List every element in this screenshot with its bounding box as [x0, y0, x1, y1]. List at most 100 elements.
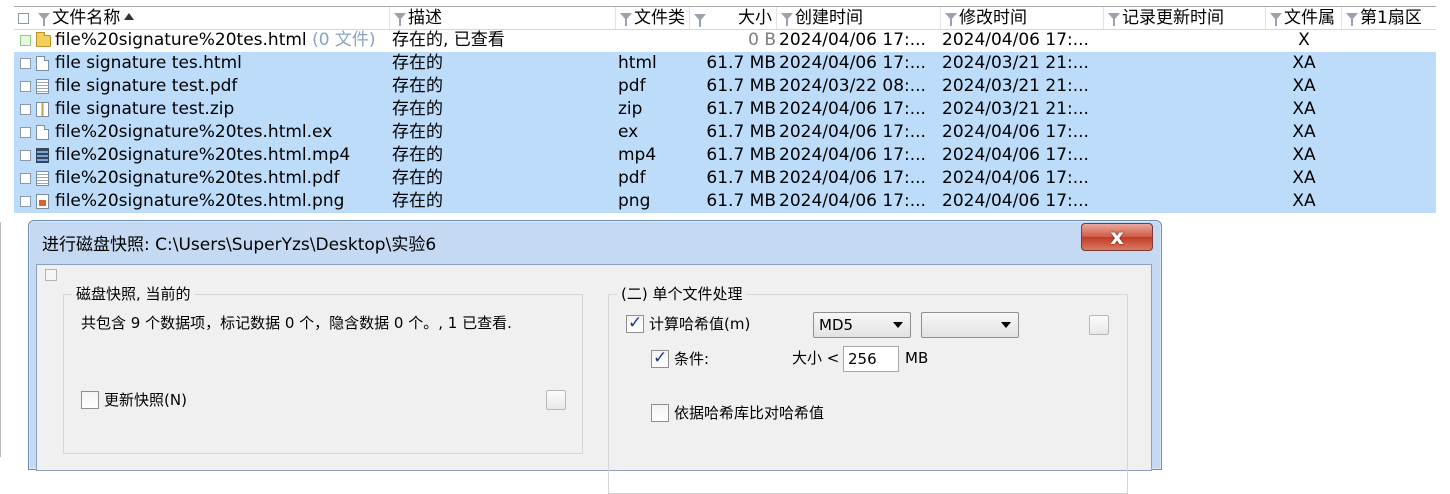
snapshot-summary: 共包含 9 个数据项，标记数据 0 个，隐含数据 0 个。, 1 已查看. — [81, 314, 512, 332]
select-all-checkbox[interactable] — [18, 13, 29, 24]
column-header-desc[interactable]: 描述 — [390, 7, 616, 29]
file-type-cell: pdf — [618, 76, 646, 96]
hash-algorithm-select[interactable]: MD5 — [813, 312, 911, 338]
image-file-icon — [36, 194, 49, 209]
filter-icon[interactable] — [694, 14, 706, 27]
row-checkbox[interactable] — [20, 104, 31, 115]
file-size-cell: 61.7 MB — [706, 145, 776, 165]
generic-file-icon — [36, 125, 49, 140]
modified-time-cell: 2024/03/21 21:... — [942, 76, 1089, 96]
filter-icon[interactable] — [945, 13, 957, 26]
file-name-cell: file%20signature%20tes.html (0 文件) — [55, 29, 389, 52]
attributes-cell: XA — [1292, 99, 1316, 119]
file-name: file%20signature%20tes.html.mp4 — [55, 145, 351, 165]
row-checkbox[interactable] — [20, 150, 31, 161]
attributes-cell: XA — [1292, 191, 1316, 211]
table-row[interactable]: file%20signature%20tes.html.pdf 存在的 pdf 61.… — [14, 167, 1436, 190]
table-row[interactable]: file signature test.zip 存在的 zip 61.7 MB 2024… — [14, 98, 1436, 121]
file-type-cell: html — [618, 53, 657, 73]
column-header-sector[interactable]: 第1扇区 — [1342, 7, 1436, 29]
hash-checkbox[interactable] — [626, 313, 644, 333]
record-updated-cell — [1105, 29, 1265, 52]
snapshot-group: 磁盘快照, 当前的 共包含 9 个数据项，标记数据 0 个，隐含数据 0 个。,… — [63, 284, 583, 454]
created-time-cell: 2024/04/06 17:... — [779, 145, 926, 165]
row-checkbox[interactable] — [20, 35, 31, 46]
column-label: 第1扇区 — [1360, 8, 1422, 28]
column-header-record-updated[interactable]: 记录更新时间 — [1104, 7, 1266, 29]
condition-checkbox[interactable] — [651, 348, 669, 368]
record-updated-cell — [1105, 121, 1265, 144]
column-header-type[interactable]: 文件类 — [616, 7, 690, 29]
hash-extra-checkbox[interactable] — [1089, 315, 1109, 335]
file-size-cell: 0 B — [748, 30, 776, 50]
table-row[interactable]: file%20signature%20tes.html.ex 存在的 ex 61.7 … — [14, 121, 1436, 144]
row-checkbox[interactable] — [20, 81, 31, 92]
filter-icon[interactable] — [394, 13, 406, 26]
column-label: 大小 — [738, 8, 772, 28]
file-name: file%20signature%20tes.html.pdf — [55, 168, 340, 188]
filter-icon[interactable] — [1270, 13, 1282, 26]
record-updated-cell — [1105, 98, 1265, 121]
file-name: file%20signature%20tes.html — [55, 30, 307, 50]
chevron-down-icon — [893, 322, 903, 328]
dialog-title: 进行磁盘快照: C:\Users\SuperYzs\Desktop\实验6 — [42, 235, 437, 255]
table-row[interactable]: file signature tes.html 存在的 html 61.7 MB 202… — [14, 52, 1436, 75]
row-checkbox[interactable] — [20, 173, 31, 184]
file-type-cell: zip — [618, 99, 643, 119]
row-checkbox[interactable] — [20, 127, 31, 138]
snapshot-options-button[interactable] — [546, 390, 566, 410]
column-header-modified[interactable]: 修改时间 — [941, 7, 1104, 29]
record-updated-cell — [1105, 144, 1265, 167]
file-count-badge: (0 文件) — [312, 30, 376, 50]
condition-label[interactable]: 条件: — [674, 349, 709, 369]
row-checkbox[interactable] — [20, 58, 31, 69]
close-button[interactable]: x — [1081, 223, 1153, 251]
file-type-cell — [618, 29, 690, 52]
filter-icon[interactable] — [1346, 13, 1358, 26]
single-file-group-legend: (二) 单个文件处理 — [617, 284, 747, 304]
size-unit-label: MB — [905, 349, 929, 367]
column-label: 修改时间 — [959, 8, 1027, 28]
record-updated-cell — [1105, 190, 1265, 213]
file-name-cell: file signature tes.html — [55, 52, 389, 75]
table-row[interactable]: file signature test.pdf 存在的 pdf 61.7 MB 2024… — [14, 75, 1436, 98]
filter-icon[interactable] — [781, 13, 793, 26]
description-cell: 存在的 — [392, 145, 443, 165]
modified-time-cell: 2024/04/06 17:... — [942, 122, 1089, 142]
folder-icon — [36, 32, 51, 47]
filter-icon[interactable] — [1108, 13, 1120, 26]
table-row[interactable]: file%20signature%20tes.html (0 文件) 存在的, 已… — [14, 29, 1436, 52]
table-row[interactable]: file%20signature%20tes.html.png 存在的 png 61.… — [14, 190, 1436, 213]
update-snapshot-label[interactable]: 更新快照(N) — [104, 390, 187, 410]
column-label: 描述 — [408, 8, 442, 28]
dialog-titlebar[interactable]: 进行磁盘快照: C:\Users\SuperYzs\Desktop\实验6 x — [29, 221, 1161, 261]
pdf-file-icon — [36, 79, 49, 94]
update-snapshot-checkbox[interactable] — [81, 391, 99, 409]
column-header-name[interactable]: 文件名称 — [14, 7, 390, 29]
size-limit-input[interactable]: 256 — [843, 346, 899, 372]
column-header-size[interactable]: 大小 — [690, 7, 777, 29]
hash-algorithm-value: MD5 — [819, 316, 854, 334]
column-label: 记录更新时间 — [1122, 8, 1224, 28]
filter-icon[interactable] — [620, 13, 632, 26]
compare-hash-checkbox[interactable] — [651, 404, 669, 422]
filter-icon[interactable] — [38, 13, 51, 26]
modified-time-cell: 2024/04/06 17:... — [942, 191, 1089, 211]
file-name: file signature test.zip — [55, 99, 235, 119]
row-checkbox[interactable] — [20, 196, 31, 207]
created-time-cell: 2024/04/06 17:... — [779, 122, 926, 142]
hash-algorithm-2-select[interactable] — [921, 312, 1019, 338]
size-limit-label: 大小 < — [792, 349, 840, 367]
attributes-cell: XA — [1292, 122, 1316, 142]
file-size-cell: 61.7 MB — [706, 191, 776, 211]
column-header-created[interactable]: 创建时间 — [777, 7, 941, 29]
hash-label[interactable]: 计算哈希值(m) — [649, 314, 750, 334]
file-table: 文件名称 描述 文件类 大小 创建时间 修改时间 记录更新时间 文件属 第1扇区… — [0, 0, 1450, 222]
table-row[interactable]: file%20signature%20tes.html.mp4 存在的 mp4 61.… — [14, 144, 1436, 167]
compare-hash-label[interactable]: 依据哈希库比对哈希值 — [674, 403, 824, 423]
created-time-cell: 2024/04/06 17:... — [779, 30, 926, 50]
system-menu-box[interactable] — [45, 269, 57, 281]
column-header-attr[interactable]: 文件属 — [1266, 7, 1342, 29]
table-header: 文件名称 描述 文件类 大小 创建时间 修改时间 记录更新时间 文件属 第1扇区 — [14, 6, 1436, 30]
file-name-cell: file%20signature%20tes.html.mp4 — [55, 144, 389, 167]
